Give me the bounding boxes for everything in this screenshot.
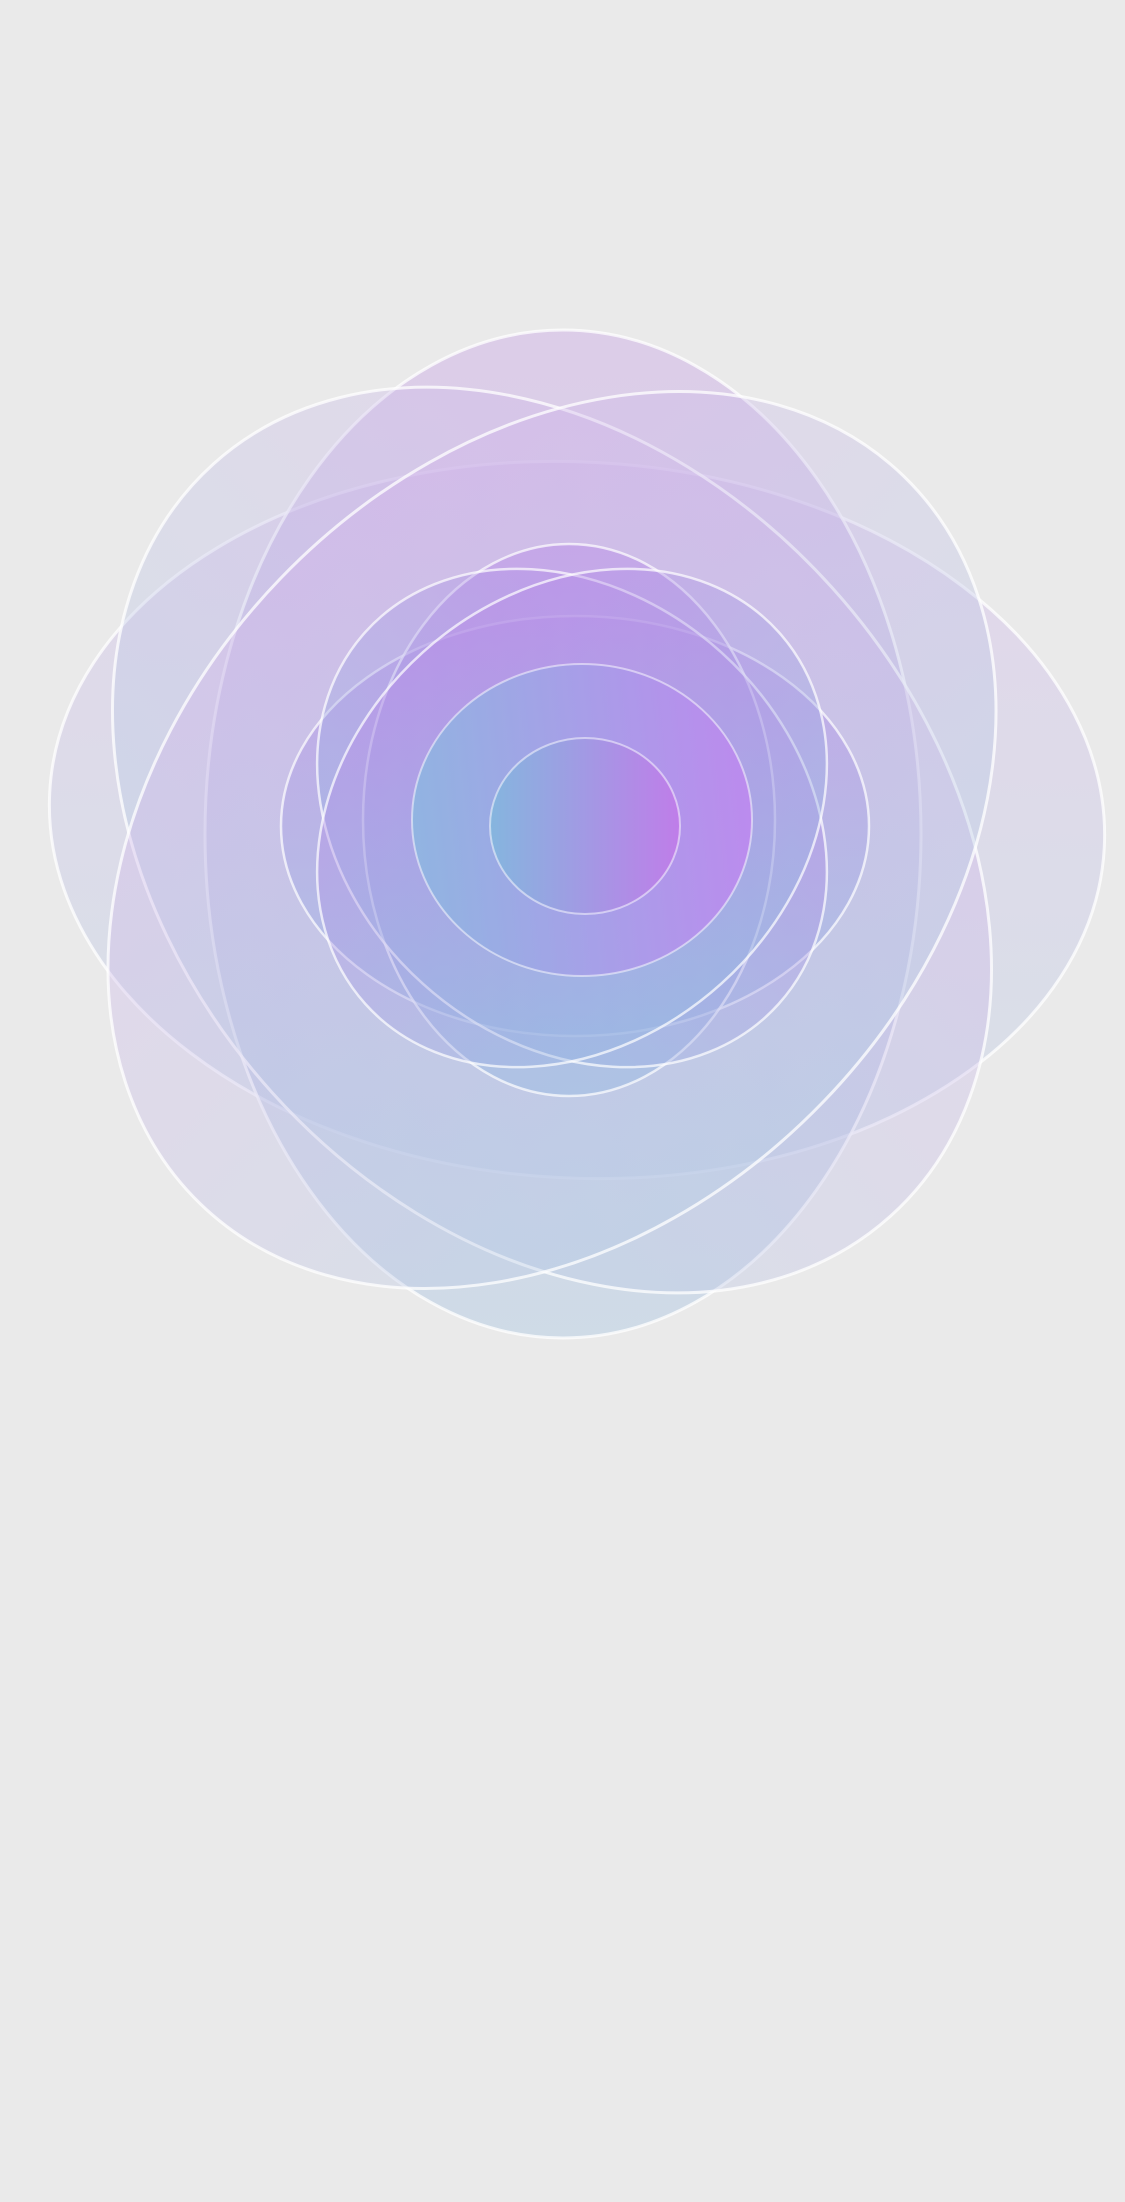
breathing-flower-graphic (47, 328, 1107, 1340)
breathing-screen (0, 0, 1125, 2202)
flower-center (489, 737, 681, 915)
